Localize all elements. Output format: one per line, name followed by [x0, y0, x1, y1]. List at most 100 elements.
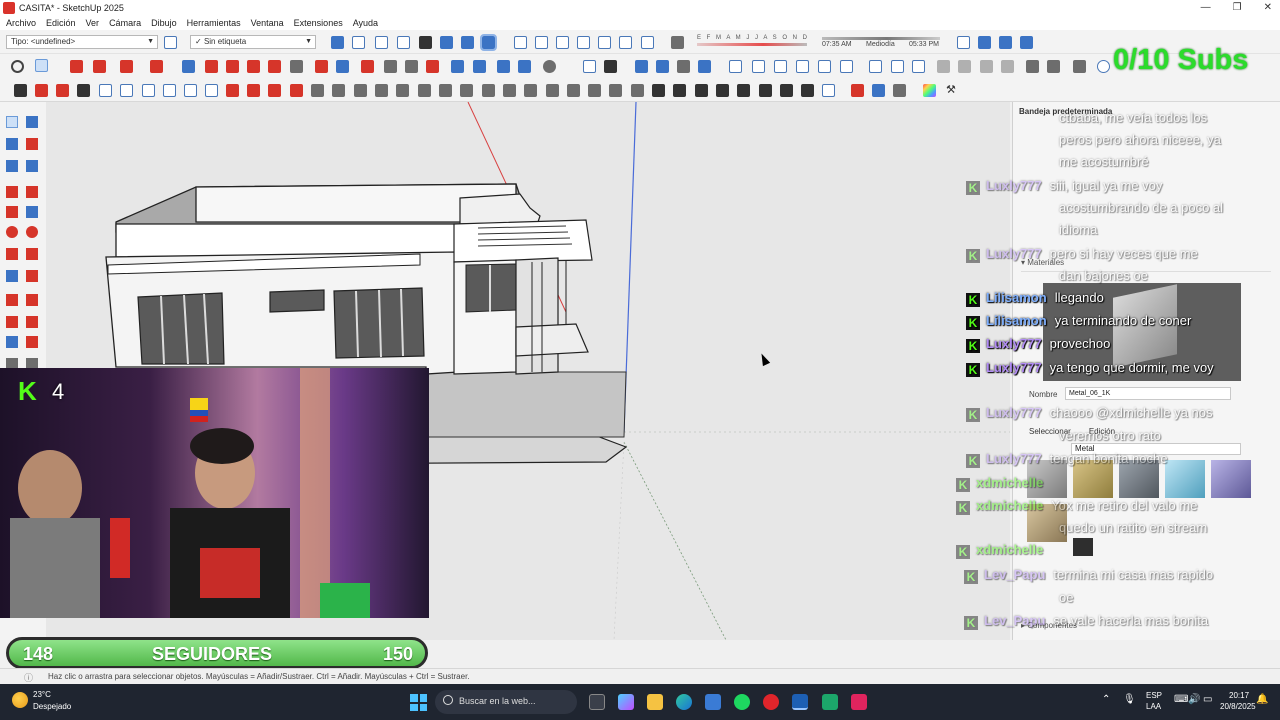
- wireframe-icon[interactable]: [514, 36, 527, 49]
- push-pull-icon[interactable]: [182, 60, 195, 73]
- circle-icon[interactable]: [6, 226, 18, 238]
- blue-cube-icon[interactable]: [872, 84, 885, 97]
- iso-view-icon[interactable]: [331, 36, 344, 49]
- add-location-icon[interactable]: [543, 60, 556, 73]
- clock-date[interactable]: 20/8/2025: [1220, 702, 1256, 711]
- maximize-button[interactable]: ❐: [1233, 0, 1242, 16]
- top-view-icon[interactable]: [352, 36, 365, 49]
- component-icon[interactable]: [774, 60, 787, 73]
- plugin-tool-icon-30[interactable]: ⚒: [946, 84, 959, 97]
- menu-dibujo[interactable]: Dibujo: [151, 18, 177, 28]
- sketchup-taskbar-icon[interactable]: [792, 694, 808, 710]
- volume-icon[interactable]: 🔊: [1188, 694, 1200, 705]
- plugin-tool-icon-28[interactable]: [801, 84, 814, 97]
- plugin-tool-icon-24[interactable]: [716, 84, 729, 97]
- opera-icon[interactable]: [763, 694, 779, 710]
- menu-ver[interactable]: Ver: [86, 18, 100, 28]
- group-icon[interactable]: [752, 60, 765, 73]
- arc-tool-icon[interactable]: [6, 248, 18, 260]
- plugin-tool-icon-6[interactable]: [332, 84, 345, 97]
- edge-icon[interactable]: [676, 694, 692, 710]
- menu-camara[interactable]: Cámara: [109, 18, 141, 28]
- right-view-icon[interactable]: [397, 36, 410, 49]
- plugin-tool-icon-29[interactable]: [822, 84, 835, 97]
- back-view-icon[interactable]: [419, 36, 432, 49]
- arc-icon[interactable]: [120, 60, 133, 73]
- info-icon[interactable]: [1097, 60, 1110, 73]
- sandbox-tool-icon-4[interactable]: [77, 84, 90, 97]
- material-name-field[interactable]: Metal_06_1K: [1065, 387, 1231, 400]
- month-slider[interactable]: [697, 43, 807, 46]
- flip-icon[interactable]: [6, 336, 18, 348]
- plugin-tool-icon-7[interactable]: [354, 84, 367, 97]
- layout-icon[interactable]: [698, 60, 711, 73]
- material-swatch[interactable]: [1027, 460, 1067, 498]
- shaded-icon[interactable]: [556, 36, 569, 49]
- pie-icon[interactable]: [26, 248, 38, 260]
- menu-edicion[interactable]: Edición: [46, 18, 76, 28]
- select-tool-icon[interactable]: [35, 59, 48, 72]
- orbit-icon[interactable]: [957, 36, 970, 49]
- plugin-tool-icon-1[interactable]: [226, 84, 239, 97]
- paint-tag-icon[interactable]: [164, 36, 177, 49]
- microphone-icon[interactable]: 🎙: [1123, 694, 1136, 705]
- sandbox-tool-icon-10[interactable]: [205, 84, 218, 97]
- color-picker-icon[interactable]: [923, 84, 936, 97]
- plugin-tool-icon-5[interactable]: [311, 84, 324, 97]
- material-swatch[interactable]: [1165, 460, 1205, 498]
- sandbox-tool-icon-1[interactable]: [14, 84, 27, 97]
- rotate-icon[interactable]: [247, 60, 260, 73]
- section-icon[interactable]: [641, 36, 654, 49]
- plugin-tool-icon-15[interactable]: [524, 84, 537, 97]
- copilot-icon[interactable]: [618, 694, 634, 710]
- rotate-tool-icon[interactable]: [26, 294, 38, 306]
- plugin-tool-icon-8[interactable]: [375, 84, 388, 97]
- material-swatch[interactable]: [1211, 460, 1251, 498]
- copy-icon[interactable]: [729, 60, 742, 73]
- network-icon[interactable]: ⌨: [1174, 694, 1188, 705]
- rotated-rect-icon[interactable]: [26, 206, 38, 218]
- extension-warehouse-icon[interactable]: [656, 60, 669, 73]
- redo-icon[interactable]: [1047, 60, 1060, 73]
- print-icon[interactable]: [1073, 60, 1086, 73]
- plugin-tool-icon-10[interactable]: [418, 84, 431, 97]
- zoom-window-icon[interactable]: [426, 60, 439, 73]
- extension-manager-icon[interactable]: [677, 60, 690, 73]
- copy-file-icon[interactable]: [958, 60, 971, 73]
- sandbox-tool-icon-2[interactable]: [35, 84, 48, 97]
- move-tool-icon[interactable]: [6, 294, 18, 306]
- tab-select[interactable]: Seleccionar: [1029, 427, 1071, 436]
- folder-icon[interactable]: [891, 60, 904, 73]
- menu-herramientas[interactable]: Herramientas: [187, 18, 241, 28]
- file-explorer-icon[interactable]: [647, 694, 663, 710]
- plugin-tool-icon-27[interactable]: [780, 84, 793, 97]
- material-swatch[interactable]: [1073, 538, 1093, 556]
- menu-ventana[interactable]: Ventana: [251, 18, 284, 28]
- line-icon[interactable]: [6, 186, 18, 198]
- zoom-extents-icon[interactable]: [1020, 36, 1033, 49]
- plugin-tool-icon-11[interactable]: [439, 84, 452, 97]
- spotify-icon[interactable]: [734, 694, 750, 710]
- plugin-tool-icon-21[interactable]: [652, 84, 665, 97]
- material-swatch[interactable]: [1073, 460, 1113, 498]
- plugin-tool-icon-4[interactable]: [290, 84, 303, 97]
- gray-cube-icon[interactable]: [893, 84, 906, 97]
- material-swatch[interactable]: [1027, 504, 1067, 542]
- tab-edit[interactable]: Edición: [1089, 427, 1115, 436]
- hand-icon[interactable]: [384, 60, 397, 73]
- account-icon[interactable]: [604, 60, 617, 73]
- info-circle-icon[interactable]: ⓘ: [24, 671, 33, 684]
- scale-icon[interactable]: [268, 60, 281, 73]
- plugin-tool-icon-14[interactable]: [503, 84, 516, 97]
- unlock-icon[interactable]: [840, 60, 853, 73]
- eraser-icon[interactable]: [70, 60, 83, 73]
- plugin-tool-icon-9[interactable]: [396, 84, 409, 97]
- plugin-tool-icon-13[interactable]: [482, 84, 495, 97]
- plugin-tool-icon-26[interactable]: [759, 84, 772, 97]
- tag-dropdown[interactable]: ✓ Sin etiqueta ▼: [190, 35, 316, 49]
- tray-overflow-icon[interactable]: ⌃: [1102, 694, 1110, 705]
- plugin-tool-icon-17[interactable]: [567, 84, 580, 97]
- eraser-tool-icon[interactable]: [26, 138, 38, 150]
- zoom-tool-icon[interactable]: [405, 60, 418, 73]
- windows-start-icon[interactable]: [410, 694, 427, 711]
